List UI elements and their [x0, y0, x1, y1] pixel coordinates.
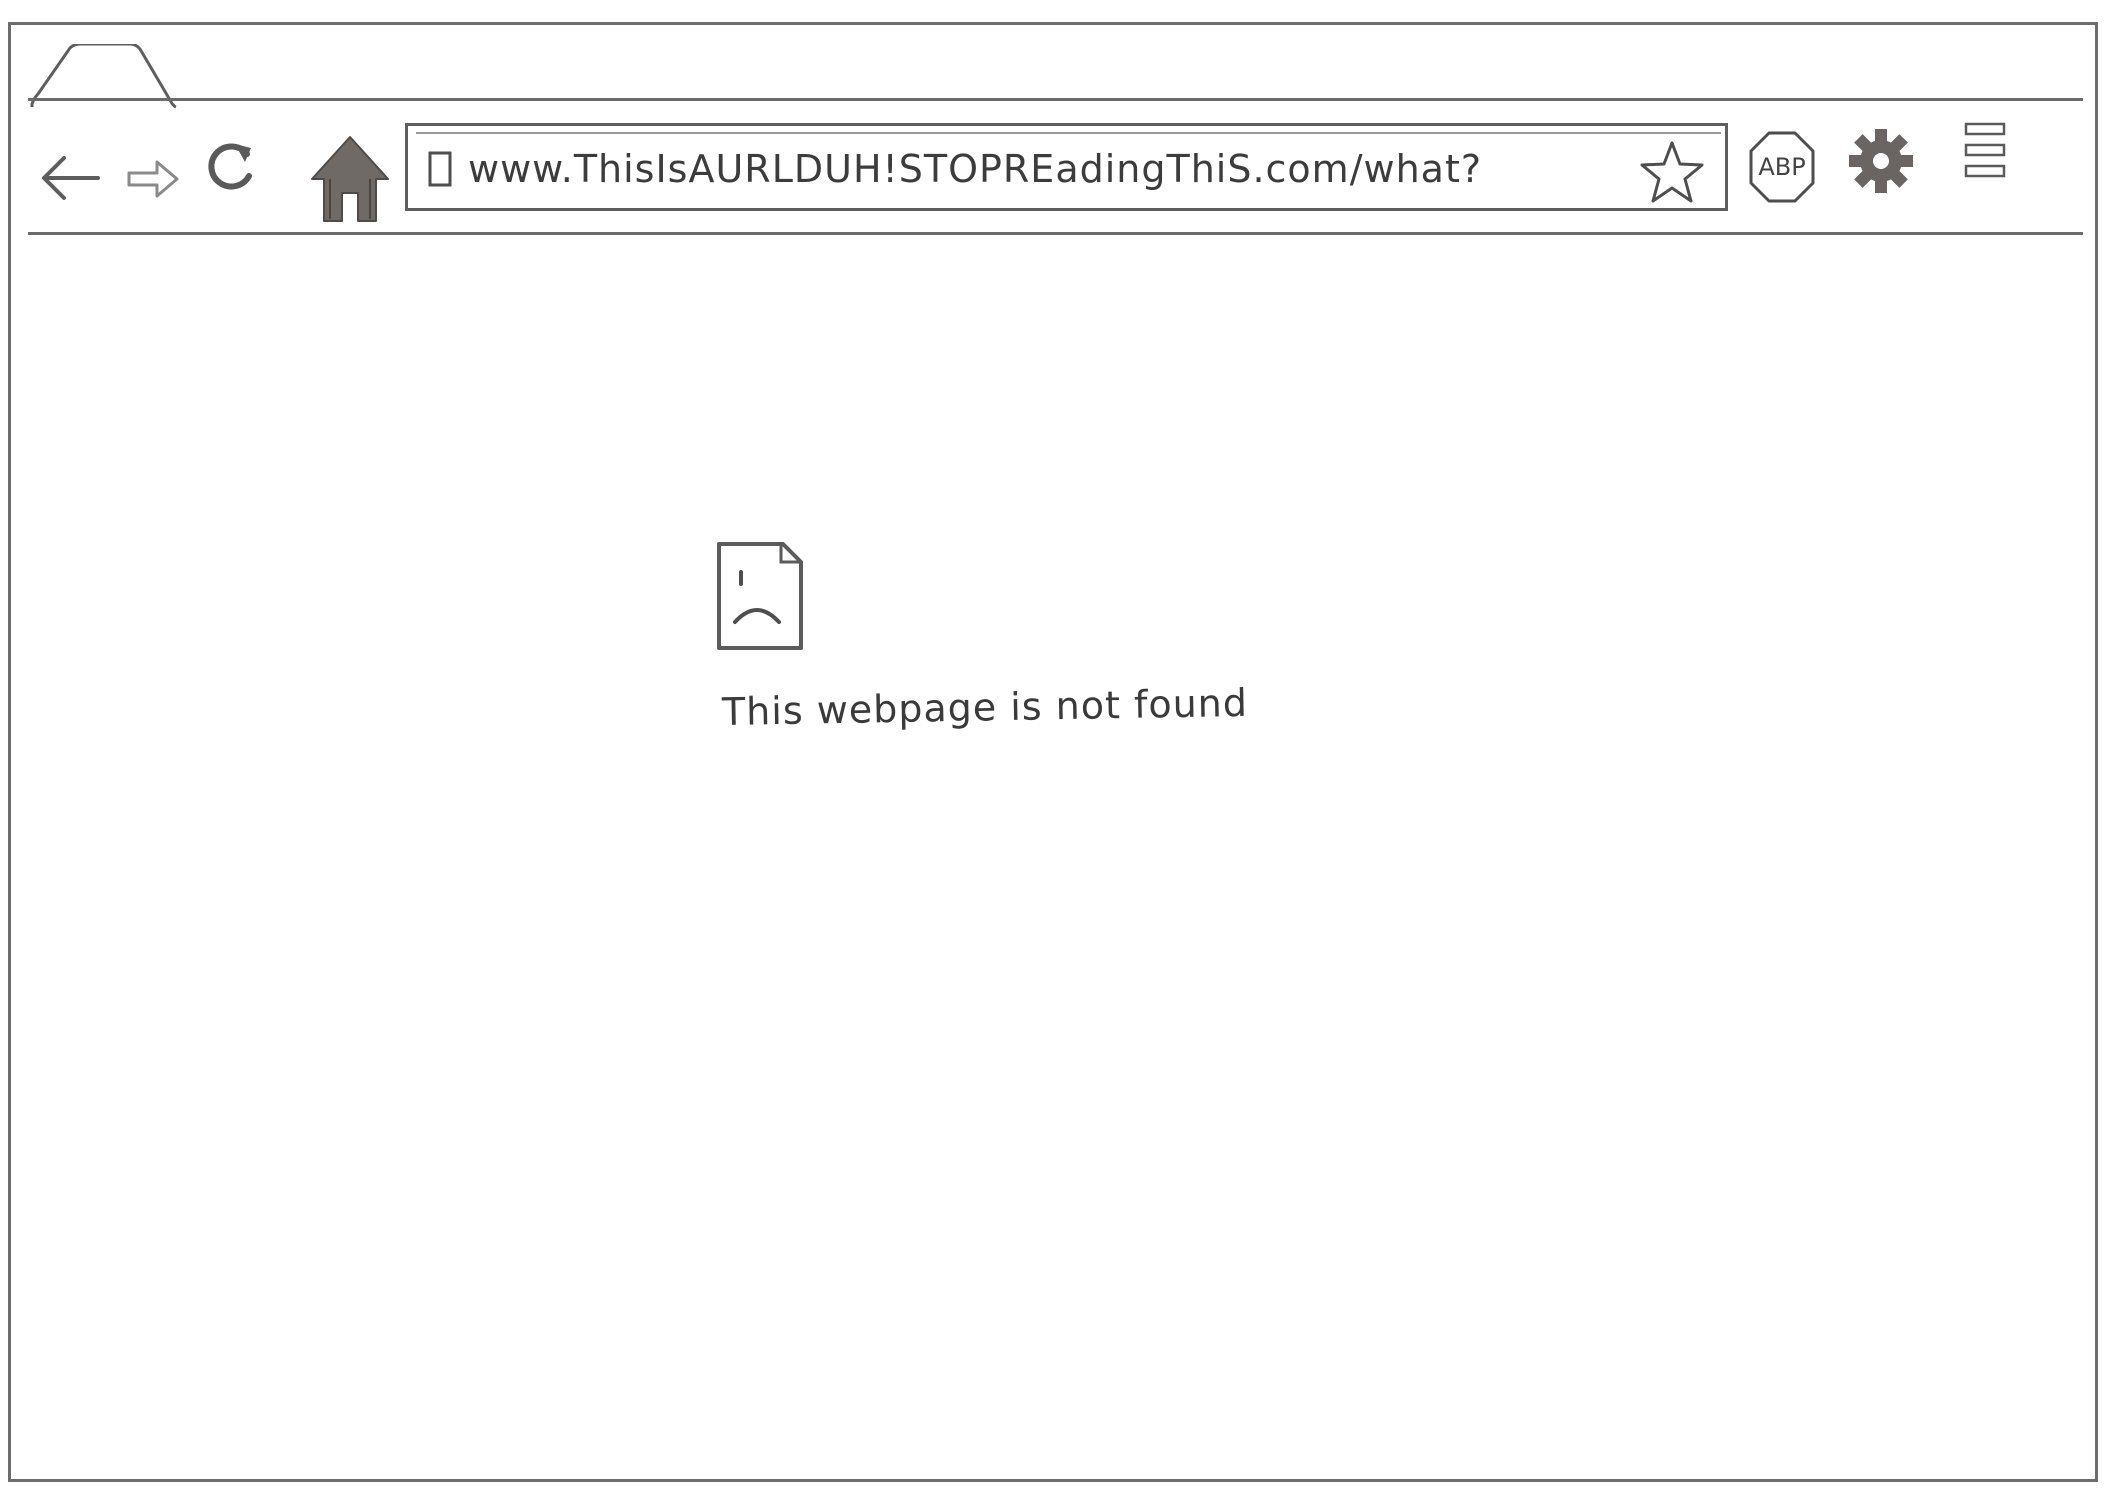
address-bar[interactable]: www.ThisIsAURLDUH!STOPREadingThiS.com/wh…: [405, 123, 1728, 211]
url-text[interactable]: www.ThisIsAURLDUH!STOPREadingThiS.com/wh…: [468, 140, 1482, 198]
settings-button[interactable]: [1848, 128, 1914, 194]
menu-icon: [1964, 122, 2006, 178]
error-message: This webpage is not found: [721, 680, 1249, 734]
forward-arrow-icon: [127, 160, 179, 198]
star-icon: [1640, 141, 1704, 203]
gear-icon: [1849, 129, 1913, 193]
browser-window: [8, 22, 2098, 1482]
back-arrow-icon: [42, 156, 100, 200]
tabstrip-divider: [28, 98, 2083, 101]
forward-button[interactable]: [125, 152, 181, 204]
adblock-label: ABP: [1758, 153, 1806, 181]
toolbar-divider: [28, 232, 2083, 235]
address-bar-inner-border: [416, 132, 1721, 134]
adblock-plus-button[interactable]: ABP: [1749, 131, 1815, 203]
browser-menu-button[interactable]: [1962, 120, 2008, 180]
bookmark-button[interactable]: [1639, 140, 1705, 204]
home-button[interactable]: [310, 135, 390, 223]
reload-icon: [208, 143, 252, 190]
back-button[interactable]: [40, 152, 102, 204]
sad-page-icon: [715, 540, 805, 652]
reload-button[interactable]: [205, 138, 257, 196]
page-icon: [428, 151, 452, 187]
home-icon: [311, 136, 389, 222]
